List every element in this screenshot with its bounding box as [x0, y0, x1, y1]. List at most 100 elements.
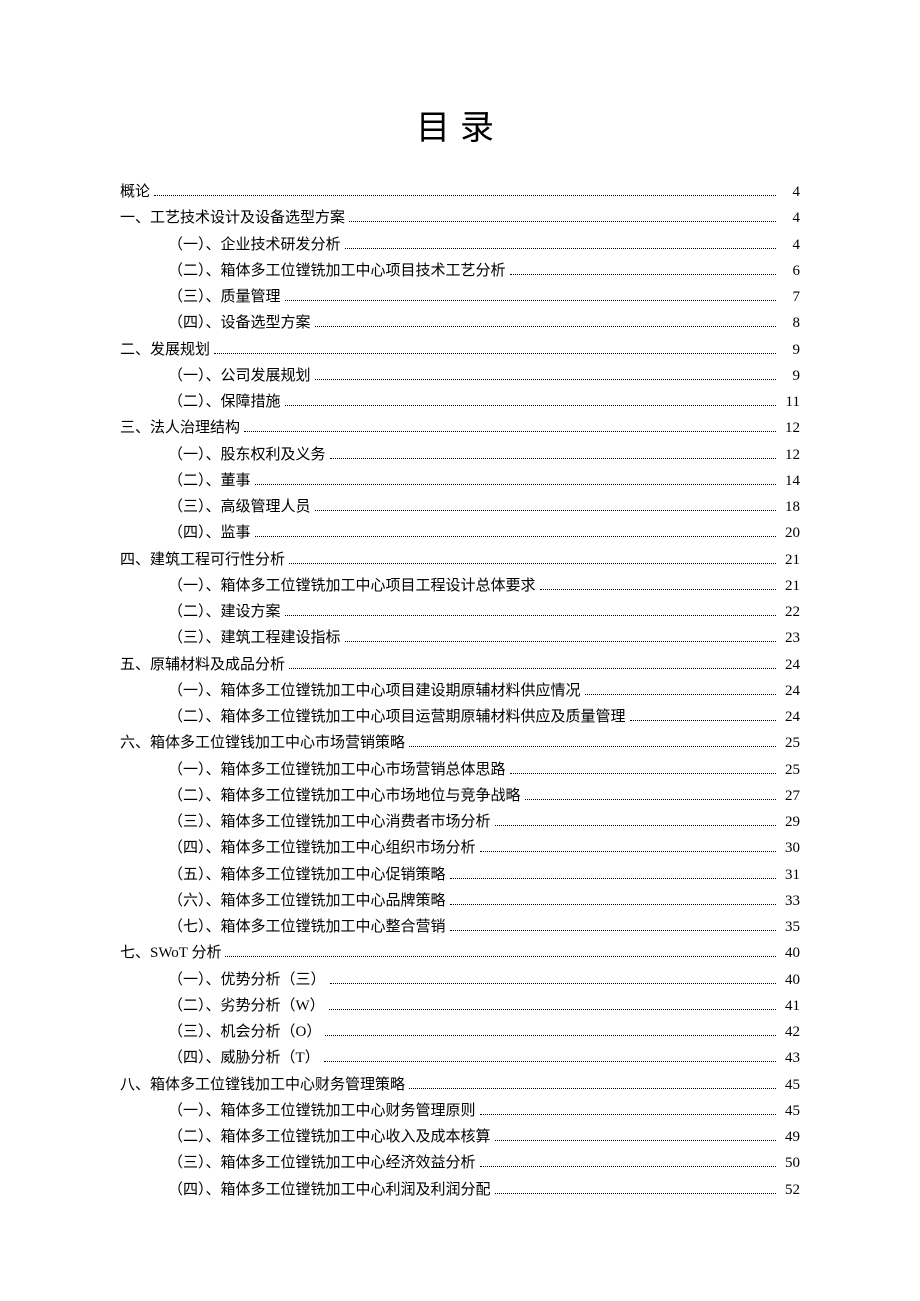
toc-entry-text: （三）、机会分析（O）: [168, 1019, 321, 1045]
toc-entry: （二）、保障措施11: [120, 389, 800, 415]
toc-leader-dots: [214, 353, 776, 354]
toc-entry-text: （一）、箱体多工位镗铣加工中心财务管理原则: [168, 1098, 476, 1124]
toc-entry: （二）、建设方案22: [120, 599, 800, 625]
toc-entry-page: 6: [780, 258, 800, 284]
toc-entry-page: 20: [780, 520, 800, 546]
toc-entry-page: 41: [780, 993, 800, 1019]
toc-entry-page: 31: [780, 862, 800, 888]
toc-entry-text: 概论: [120, 179, 150, 205]
toc-entry-text: （四）、设备选型方案: [168, 310, 311, 336]
toc-entry-text: （三）、质量管理: [168, 284, 281, 310]
toc-leader-dots: [510, 274, 776, 275]
toc-leader-dots: [285, 615, 776, 616]
toc-entry-text: （一）、公司发展规划: [168, 363, 311, 389]
toc-entry: （五）、箱体多工位镗铣加工中心促销策略 31: [120, 862, 800, 888]
toc-entry-text: （三）、箱体多工位镗铣加工中心经济效益分析: [168, 1150, 476, 1176]
document-page: 目录 概论4一、工艺技术设计及设备选型方案4（一）、企业技术研发分析4（二）、箱…: [0, 0, 920, 1293]
toc-entry-text: 七、SWoT 分析: [120, 940, 221, 966]
toc-leader-dots: [289, 668, 776, 669]
toc-entry-page: 21: [780, 573, 800, 599]
toc-entry-page: 30: [780, 835, 800, 861]
toc-entry-page: 27: [780, 783, 800, 809]
toc-entry: 六、箱体多工位镗钱加工中心市场营销策略 25: [120, 730, 800, 756]
toc-entry-text: （三）、高级管理人员: [168, 494, 311, 520]
toc-leader-dots: [480, 1114, 776, 1115]
toc-leader-dots: [480, 1166, 776, 1167]
toc-entry-page: 21: [780, 547, 800, 573]
toc-entry-text: （四）、箱体多工位镗铣加工中心组织市场分析: [168, 835, 476, 861]
toc-entry: （七）、箱体多工位镗铣加工中心整合营销35: [120, 914, 800, 940]
toc-entry: （三）、机会分析（O）42: [120, 1019, 800, 1045]
toc-entry: （二）、箱体多工位镗铣加工中心收入及成本核算49: [120, 1124, 800, 1150]
toc-entry-text: （一）、优势分析（三）: [168, 967, 326, 993]
toc-entry-page: 4: [780, 232, 800, 258]
toc-leader-dots: [285, 300, 776, 301]
toc-entry-text: （二）、劣势分析（W）: [168, 993, 325, 1019]
toc-leader-dots: [630, 720, 776, 721]
toc-entry-text: 六、箱体多工位镗钱加工中心市场营销策略: [120, 730, 405, 756]
toc-entry: （一）、箱体多工位镗铣加工中心项目工程设计总体要求21: [120, 573, 800, 599]
toc-entry-text: （一）、箱体多工位镗铣加工中心市场营销总体思路: [168, 757, 506, 783]
toc-entry-page: 29: [780, 809, 800, 835]
toc-entry-text: （五）、箱体多工位镗铣加工中心促销策略: [168, 862, 446, 888]
toc-entry-page: 50: [780, 1150, 800, 1176]
toc-entry: （一）、箱体多工位镗铣加工中心项目建设期原辅材料供应情况24: [120, 678, 800, 704]
toc-entry: （四）、箱体多工位镗铣加工中心组织市场分析 30: [120, 835, 800, 861]
toc-entry: （四）、监事20: [120, 520, 800, 546]
toc-entry-page: 4: [780, 179, 800, 205]
toc-entry-page: 18: [780, 494, 800, 520]
toc-entry: 四、建筑工程可行性分析 21: [120, 547, 800, 573]
toc-leader-dots: [409, 1088, 776, 1089]
toc-entry-text: 一、工艺技术设计及设备选型方案: [120, 205, 345, 231]
toc-entry: 概论 4: [120, 179, 800, 205]
toc-entry-page: 4: [780, 205, 800, 231]
toc-leader-dots: [480, 851, 776, 852]
toc-entry: （一）、企业技术研发分析4: [120, 232, 800, 258]
toc-entry-text: （二）、保障措施: [168, 389, 281, 415]
toc-entry-text: （四）、箱体多工位镗铣加工中心利润及利润分配: [168, 1177, 491, 1203]
toc-entry: （四）、威胁分析（T）43: [120, 1045, 800, 1071]
toc-entry-text: （二）、董事: [168, 468, 251, 494]
toc-leader-dots: [345, 248, 776, 249]
toc-entry: （一）、箱体多工位镗铣加工中心财务管理原则45: [120, 1098, 800, 1124]
toc-leader-dots: [450, 878, 776, 879]
toc-entry-text: （二）、建设方案: [168, 599, 281, 625]
toc-leader-dots: [510, 773, 776, 774]
toc-entry: （二）、劣势分析（W） 41: [120, 993, 800, 1019]
toc-entry: （四）、箱体多工位镗铣加工中心利润及利润分配52: [120, 1177, 800, 1203]
toc-entry-page: 43: [780, 1045, 800, 1071]
toc-entry: 八、箱体多工位镗钱加工中心财务管理策略45: [120, 1072, 800, 1098]
toc-entry-text: （二）、箱体多工位镗铣加工中心项目运营期原辅材料供应及质量管理: [168, 704, 626, 730]
toc-entry: （三）、建筑工程建设指标23: [120, 625, 800, 651]
toc-entry-page: 9: [780, 337, 800, 363]
toc-leader-dots: [409, 746, 776, 747]
toc-leader-dots: [315, 510, 776, 511]
toc-leader-dots: [285, 405, 776, 406]
toc-entry: （二）、箱体多工位镗铣加工中心项目技术工艺分析6: [120, 258, 800, 284]
toc-entry-text: 三、法人治理结构: [120, 415, 240, 441]
toc-entry-page: 25: [780, 730, 800, 756]
toc-entry: （二）、箱体多工位镗铣加工中心项目运营期原辅材料供应及质量管理24: [120, 704, 800, 730]
toc-entry-page: 23: [780, 625, 800, 651]
toc-leader-dots: [154, 195, 776, 196]
toc-entry-page: 9: [780, 363, 800, 389]
toc-title: 目录: [120, 100, 800, 149]
toc-entry-text: 五、原辅材料及成品分析: [120, 652, 285, 678]
toc-entry-page: 35: [780, 914, 800, 940]
toc-entry-text: 四、建筑工程可行性分析: [120, 547, 285, 573]
toc-entry-text: （一）、箱体多工位镗铣加工中心项目建设期原辅材料供应情况: [168, 678, 581, 704]
toc-leader-dots: [330, 983, 776, 984]
toc-entry-page: 25: [780, 757, 800, 783]
toc-entry: （二）、董事14: [120, 468, 800, 494]
toc-entry: 一、工艺技术设计及设备选型方案 4: [120, 205, 800, 231]
toc-entry-page: 24: [780, 652, 800, 678]
toc-leader-dots: [225, 956, 776, 957]
toc-entry-page: 33: [780, 888, 800, 914]
toc-entry: （一）、公司发展规划 9: [120, 363, 800, 389]
toc-entry: （三）、高级管理人员 18: [120, 494, 800, 520]
toc-entry-text: （一）、股东权利及义务: [168, 442, 326, 468]
toc-entry-page: 49: [780, 1124, 800, 1150]
toc-entry-page: 12: [780, 442, 800, 468]
toc-leader-dots: [525, 799, 776, 800]
toc-entry-page: 8: [780, 310, 800, 336]
